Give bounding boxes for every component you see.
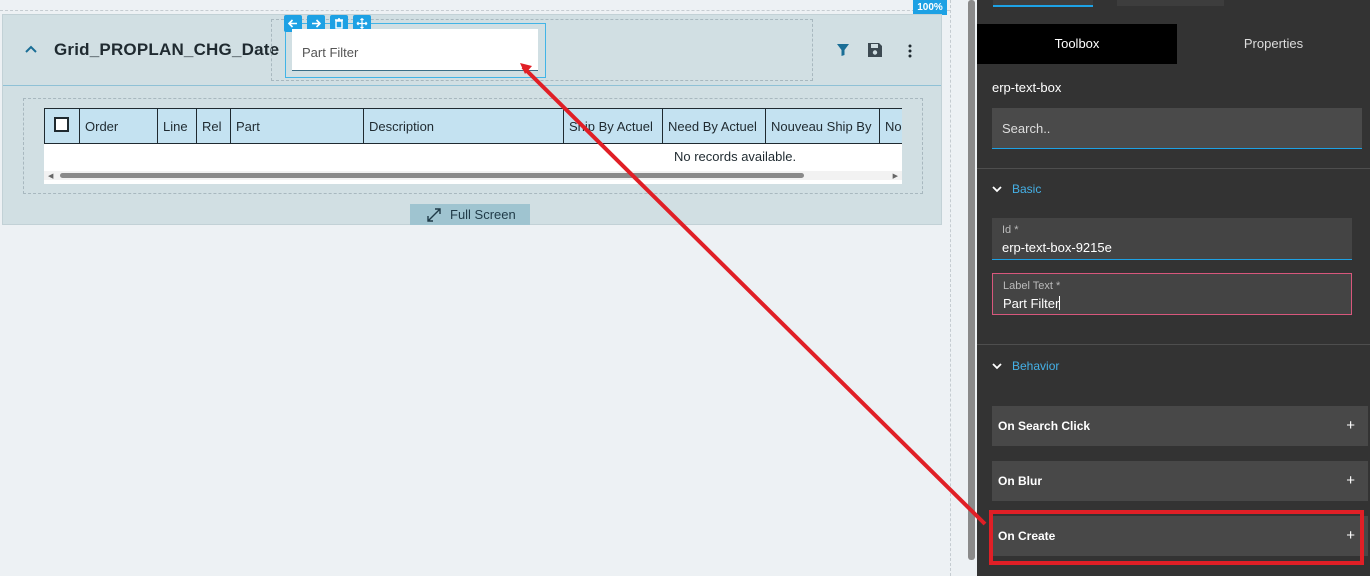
column-header[interactable]: Need By Actuel	[663, 109, 766, 143]
full-screen-button[interactable]: Full Screen	[410, 204, 530, 225]
designer-canvas: 100% Grid_PROPLAN_CHG_Date Part Filter O…	[0, 0, 965, 576]
tab-properties[interactable]: Properties	[1177, 24, 1370, 64]
label-text-field[interactable]: Label Text * Part Filter	[992, 273, 1352, 315]
move-icon	[356, 18, 368, 29]
select-all-cell[interactable]	[44, 109, 80, 143]
data-grid[interactable]: Order Line Rel Part Description Ship By …	[44, 108, 902, 184]
text-caret	[1059, 296, 1061, 310]
annotation-highlight-box	[989, 510, 1364, 565]
expand-icon	[427, 208, 441, 222]
column-header[interactable]: No	[880, 109, 902, 143]
chevron-down-icon	[992, 186, 1002, 193]
select-all-checkbox[interactable]	[54, 117, 69, 132]
grid-panel[interactable]: Grid_PROPLAN_CHG_Date Part Filter Order …	[2, 14, 942, 225]
event-on-search-click[interactable]: On Search Click +	[992, 406, 1368, 446]
sidebar-tabs: Toolbox Properties	[977, 24, 1370, 64]
scroll-left-icon[interactable]: ◀	[48, 172, 53, 180]
canvas-guide-top	[0, 10, 950, 11]
column-header[interactable]: Line	[158, 109, 197, 143]
scroll-right-icon[interactable]: ▶	[893, 172, 898, 180]
id-field-value: erp-text-box-9215e	[1002, 240, 1112, 255]
label-text-field-label: Label Text *	[1003, 280, 1061, 292]
panel-title: Grid_PROPLAN_CHG_Date	[54, 40, 280, 59]
top-tab-stub[interactable]	[993, 0, 1093, 7]
part-filter-input[interactable]: Part Filter	[292, 29, 538, 71]
more-vertical-icon[interactable]	[903, 44, 917, 58]
label-text-field-value: Part Filter	[1003, 296, 1061, 311]
canvas-vertical-scroll-thumb[interactable]	[968, 0, 975, 560]
add-icon[interactable]: +	[1346, 417, 1355, 434]
empty-message: No records available.	[674, 149, 797, 164]
label-text-value: Part Filter	[1003, 296, 1060, 311]
toolbox-search-input[interactable]: Search..	[992, 108, 1362, 149]
event-label: On Blur	[998, 474, 1042, 488]
component-name: erp-text-box	[992, 80, 1062, 95]
arrow-left-icon	[287, 19, 297, 28]
trash-icon	[335, 18, 343, 29]
column-header[interactable]: Order	[80, 109, 158, 143]
id-field-label: Id *	[1002, 224, 1019, 236]
column-header[interactable]: Description	[364, 109, 564, 143]
column-header[interactable]: Rel	[197, 109, 231, 143]
divider	[977, 168, 1370, 169]
column-header[interactable]: Part	[231, 109, 364, 143]
event-label: On Search Click	[998, 419, 1091, 433]
full-screen-label: Full Screen	[450, 207, 516, 222]
section-basic-title: Basic	[1012, 182, 1042, 196]
arrow-right-icon	[312, 19, 322, 28]
divider	[977, 344, 1370, 345]
column-header[interactable]: Nouveau Ship By	[766, 109, 880, 143]
panel-header: Grid_PROPLAN_CHG_Date Part Filter	[3, 15, 941, 86]
id-field[interactable]: Id * erp-text-box-9215e	[992, 218, 1352, 260]
column-header[interactable]: Ship By Actuel	[564, 109, 663, 143]
horizontal-scrollbar[interactable]: ◀ ▶	[44, 171, 902, 180]
properties-sidebar: Toolbox Properties erp-text-box Search..…	[977, 0, 1370, 576]
add-icon[interactable]: +	[1346, 472, 1355, 489]
part-filter-placeholder: Part Filter	[302, 45, 359, 60]
chevron-down-icon	[992, 363, 1002, 370]
section-behavior-title: Behavior	[1012, 359, 1060, 373]
top-tab-stub[interactable]	[1117, 0, 1224, 6]
event-on-blur[interactable]: On Blur +	[992, 461, 1368, 501]
zoom-badge: 100%	[913, 0, 947, 15]
tab-toolbox[interactable]: Toolbox	[977, 24, 1177, 64]
canvas-guide-right	[950, 0, 951, 576]
save-icon[interactable]	[867, 42, 883, 58]
grid-header: Order Line Rel Part Description Ship By …	[44, 108, 902, 144]
chevron-up-icon[interactable]	[23, 41, 39, 57]
horizontal-scroll-thumb[interactable]	[60, 173, 804, 178]
filter-icon[interactable]	[836, 43, 850, 57]
